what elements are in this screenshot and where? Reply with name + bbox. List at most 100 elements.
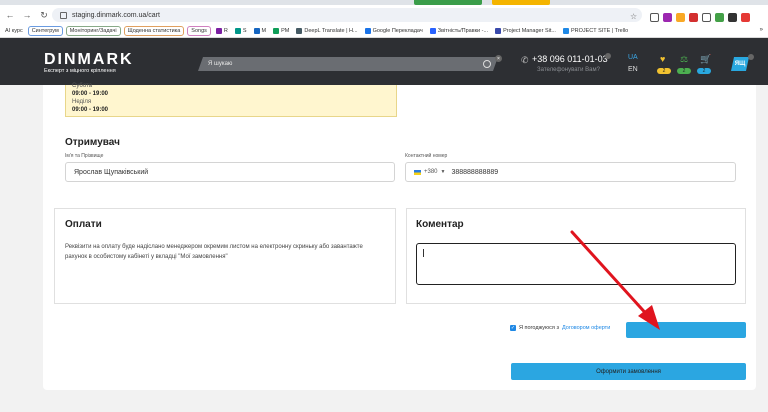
reload-icon[interactable]: ↻ xyxy=(37,8,51,22)
extension-icon[interactable] xyxy=(728,13,737,22)
bookmark-label: Звітність/Правки -... xyxy=(437,28,489,34)
extension-icon[interactable] xyxy=(676,13,685,22)
bookmark-item[interactable]: R xyxy=(214,27,230,35)
bookmark-label: Songs xyxy=(191,28,207,34)
account-status-dot xyxy=(748,54,754,60)
favorites-heart-icon[interactable]: ♥ xyxy=(660,54,665,64)
bookmark-label: S xyxy=(242,28,247,34)
compare-count-badge: 2 xyxy=(677,68,691,74)
cart-count-badge: 2 xyxy=(697,68,711,74)
chevron-down-icon[interactable]: ▼ xyxy=(441,169,446,175)
bookmark-item[interactable]: M xyxy=(252,27,269,35)
bookmark-label: DeepL Translate | H... xyxy=(304,28,358,34)
payment-title: Оплати xyxy=(65,219,102,230)
bookmark-favicon-icon xyxy=(495,28,502,34)
bookmark-favicon-icon xyxy=(215,28,222,34)
search-input[interactable]: Я шукаю xyxy=(198,57,498,71)
extensions-area xyxy=(650,13,750,22)
bookmark-item[interactable]: PM xyxy=(271,27,291,35)
bookmark-item[interactable]: Синтегрум xyxy=(27,26,63,36)
site-tagline: Експерт з міцного кріплення xyxy=(44,68,116,74)
hours-line: 09:00 - 19:00 xyxy=(72,91,109,97)
site-info-icon[interactable] xyxy=(60,11,67,19)
callback-link[interactable]: Зателефонувати Вам? xyxy=(537,67,600,73)
phone-number[interactable]: +38 096 011-01-03 xyxy=(532,54,608,64)
bookmark-favicon-icon xyxy=(296,28,303,34)
bookmark-label: Моніторинг/Задачі xyxy=(69,28,117,34)
payment-text: Реквізити на оплату буде надіслано менед… xyxy=(65,244,363,260)
bookmarks-more-button[interactable]: » xyxy=(760,27,763,33)
bookmark-label: Project Manager Sit... xyxy=(503,28,556,34)
phone-label: Контактний номер xyxy=(405,153,448,159)
forward-arrow-icon[interactable]: → xyxy=(20,8,34,22)
bookmark-favicon-icon xyxy=(364,28,371,34)
bookmark-item[interactable]: DeepL Translate | H... xyxy=(294,27,359,35)
cart-icon[interactable]: 🛒 xyxy=(700,54,711,65)
hours-line: Неділя xyxy=(72,99,92,105)
bookmark-item[interactable]: Щоденна статистика xyxy=(123,26,185,36)
phone-value: 388888888889 xyxy=(451,168,499,176)
hours-line: Субота xyxy=(72,83,93,89)
extension-icon[interactable] xyxy=(650,13,659,22)
site-header: DINMARK Експерт з міцного кріплення Я шу… xyxy=(0,38,768,85)
extension-icon[interactable] xyxy=(741,13,750,22)
bookmark-label: PROJECT SITE | Trello xyxy=(570,28,629,34)
bookmark-label: PM xyxy=(281,28,290,34)
browser-toolbar: ← → ↻ staging.dinmark.com.ua/cart ☆ xyxy=(0,5,768,25)
bookmark-item[interactable]: Project Manager Sit... xyxy=(493,27,558,35)
phone-prefix[interactable]: +380 xyxy=(424,169,438,175)
bookmark-label: Google Перекладач xyxy=(372,28,423,34)
bookmark-star-icon[interactable]: ☆ xyxy=(630,12,637,21)
lang-ua[interactable]: UA xyxy=(628,54,638,61)
search-placeholder: Я шукаю xyxy=(208,61,233,67)
bookmark-favicon-icon xyxy=(253,28,260,34)
favorites-count-badge: 2 xyxy=(657,68,671,74)
extension-icon[interactable] xyxy=(689,13,698,22)
extension-icon[interactable] xyxy=(663,13,672,22)
comment-title: Коментар xyxy=(416,219,464,230)
bookmark-item[interactable]: Google Перекладач xyxy=(363,27,425,35)
hours-line: 09:00 - 19:00 xyxy=(72,107,109,113)
phone-info-icon[interactable] xyxy=(605,53,611,59)
bookmark-label: AI курс xyxy=(5,28,23,34)
bookmark-favicon-icon xyxy=(273,28,280,34)
bookmark-label: R xyxy=(223,28,228,34)
lang-en[interactable]: EN xyxy=(628,66,638,73)
agreement-row: ✓ Я погоджуюся з Договором оферти xyxy=(510,325,610,331)
bookmark-item[interactable]: AI курс xyxy=(3,27,25,35)
bookmarks-bar: AI курс Синтегрум Моніторинг/Задачі Щоденна… xyxy=(0,25,768,38)
bookmark-item[interactable]: Звітність/Правки -... xyxy=(428,27,490,35)
account-button[interactable]: ЯЩ xyxy=(731,57,749,71)
agreement-text: Я погоджуюся з xyxy=(519,325,559,331)
text-cursor xyxy=(423,249,424,257)
bookmark-favicon-icon xyxy=(429,28,436,34)
bookmark-label: Синтегрум xyxy=(31,28,59,34)
name-value: Ярослав Щупаківський xyxy=(74,168,149,176)
name-field[interactable]: Ярослав Щупаківський xyxy=(65,162,395,182)
extension-icon[interactable] xyxy=(702,13,711,22)
bookmark-favicon-icon xyxy=(234,28,241,34)
bookmark-favicon-icon xyxy=(562,28,569,34)
bookmark-item[interactable]: Songs xyxy=(187,26,211,36)
compare-icon[interactable]: ⚖ xyxy=(680,54,688,65)
phone-icon: ✆ xyxy=(521,55,529,65)
comment-textarea[interactable] xyxy=(416,243,736,285)
bookmark-item[interactable]: S xyxy=(233,27,249,35)
extension-icon[interactable] xyxy=(715,13,724,22)
agreement-checkbox[interactable]: ✓ xyxy=(510,325,516,331)
close-icon[interactable]: × xyxy=(495,55,502,62)
submit-order-button[interactable]: Оформити замовлення xyxy=(511,363,746,380)
highlighted-empty-button[interactable] xyxy=(626,322,746,338)
bookmark-item[interactable]: Моніторинг/Задачі xyxy=(65,26,121,36)
name-label: Ім'я та Прізвище xyxy=(65,153,104,159)
search-icon[interactable] xyxy=(480,57,494,71)
offer-contract-link[interactable]: Договором оферти xyxy=(562,325,610,331)
bookmark-label: Щоденна статистика xyxy=(127,28,181,34)
recipient-title: Отримувач xyxy=(65,137,120,148)
phone-field[interactable]: +380 ▼ 388888888889 xyxy=(405,162,736,182)
bookmark-item[interactable]: PROJECT SITE | Trello xyxy=(561,27,630,35)
back-arrow-icon[interactable]: ← xyxy=(3,8,17,22)
ukraine-flag-icon[interactable] xyxy=(414,169,421,175)
address-bar[interactable]: staging.dinmark.com.ua/cart xyxy=(52,8,642,22)
site-logo[interactable]: DINMARK xyxy=(44,51,134,69)
